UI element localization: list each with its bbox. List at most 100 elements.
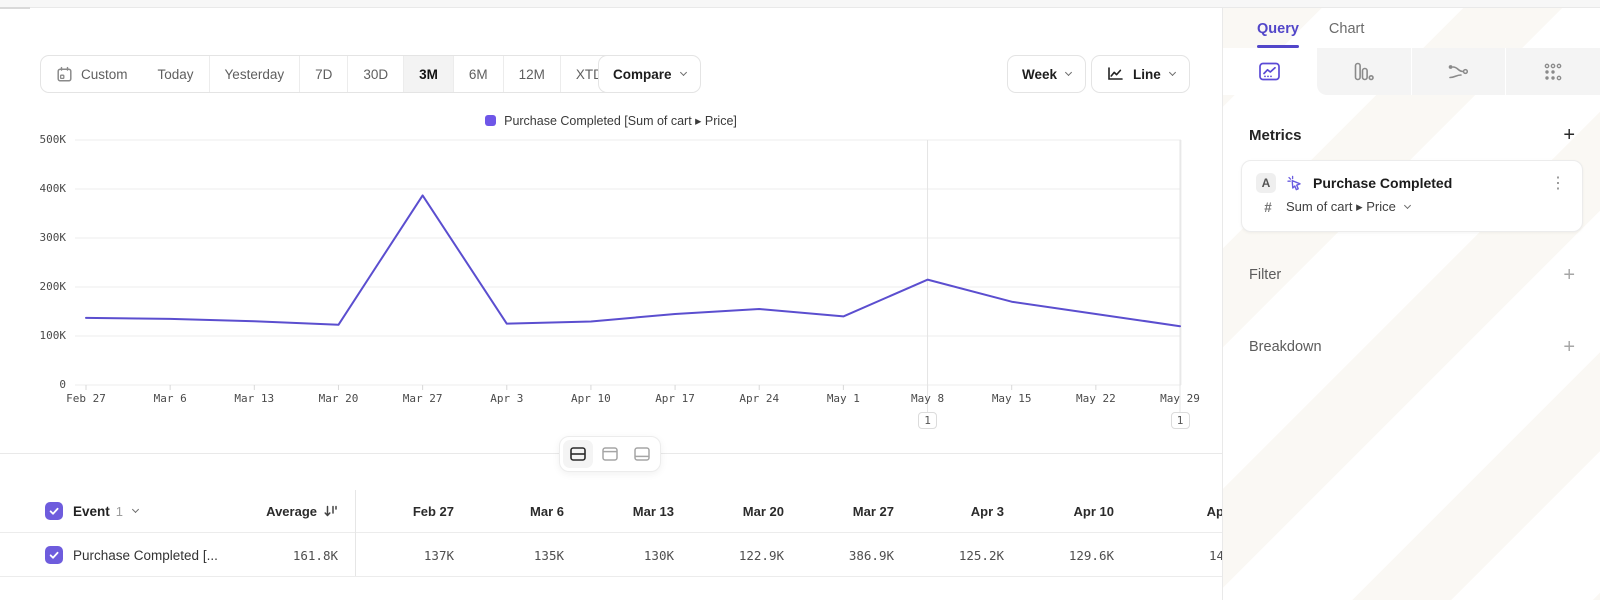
table-cell-value: 137K (356, 548, 466, 563)
report-type-retention[interactable] (1505, 48, 1600, 95)
check-icon (48, 549, 60, 561)
report-type-flows[interactable] (1411, 48, 1506, 95)
x-axis-tick-label: Mar 20 (296, 392, 380, 405)
x-axis-tick-label: Apr 24 (717, 392, 801, 405)
chevron-down-icon (1404, 201, 1411, 208)
check-icon (48, 505, 60, 517)
table-date-header: Apr 3 (906, 504, 1016, 519)
report-type-funnels[interactable] (1317, 48, 1411, 95)
event-header: Event (73, 504, 110, 519)
chevron-down-icon (1169, 68, 1176, 75)
table-cell-value: 122.9K (686, 548, 796, 563)
x-axis-tick-label: Feb 27 (44, 392, 128, 405)
table-date-header: Feb 27 (356, 504, 466, 519)
x-axis-tick-label: Mar 13 (212, 392, 296, 405)
date-range-custom[interactable]: Custom (41, 56, 143, 92)
row-checkbox[interactable] (45, 546, 63, 564)
report-type-switcher (1223, 48, 1600, 95)
table-cell-value: 386.9K (796, 548, 906, 563)
metric-aggregation-label: Sum of cart ▸ Price (1286, 199, 1396, 215)
date-range-today[interactable]: Today (143, 56, 209, 92)
table-cell-value: 125.2K (906, 548, 1016, 563)
report-type-insights[interactable] (1223, 48, 1317, 95)
report-panel: Custom TodayYesterday7D30D3M6M12M XTD Co… (0, 9, 1222, 600)
chart-type-button[interactable]: Line (1091, 55, 1190, 93)
row-average-value: 161.8K (293, 548, 338, 563)
x-axis-tick-label: May 29 (1138, 392, 1222, 405)
legend-label: Purchase Completed [Sum of cart ▸ Price] (504, 113, 737, 128)
y-axis-tick-label: 200K (20, 280, 66, 293)
split-view-icon (570, 447, 586, 461)
x-axis-tick-label: May 1 (801, 392, 885, 405)
bottom-panel-icon (634, 447, 650, 461)
metrics-section-header: Metrics + (1223, 120, 1600, 150)
retention-dots-icon (1543, 62, 1563, 82)
tab-query-label: Query (1257, 21, 1299, 37)
x-axis-tick-label: May 22 (1054, 392, 1138, 405)
row-event-name: Purchase Completed [... (73, 548, 218, 563)
metric-aggregation[interactable]: # Sum of cart ▸ Price (1242, 196, 1582, 215)
metric-event-name: Purchase Completed (1313, 175, 1538, 191)
x-axis-tick-label: Apr 10 (549, 392, 633, 405)
chevron-down-icon (1065, 68, 1072, 75)
metric-card[interactable]: A Purchase Completed ⋮ # Sum of cart ▸ P… (1241, 160, 1583, 232)
table-cell-value: 130K (576, 548, 686, 563)
table-date-headers: Feb 27Mar 6Mar 13Mar 20Mar 27Apr 3Apr 10… (338, 504, 1236, 519)
table-date-header: Mar 6 (466, 504, 576, 519)
date-range-12m[interactable]: 12M (503, 56, 560, 92)
date-range-6m[interactable]: 6M (453, 56, 503, 92)
event-count: 1 (116, 504, 123, 519)
chevron-down-icon[interactable] (132, 505, 139, 512)
breakdown-title: Breakdown (1249, 339, 1322, 355)
event-pointer-icon (1286, 175, 1303, 192)
y-axis-tick-label: 400K (20, 182, 66, 195)
line-chart: 0100K200K300K400K500KFeb 27Mar 6Mar 13Ma… (0, 130, 1222, 452)
query-sidebar: Query Chart (1222, 8, 1600, 600)
granularity-button[interactable]: Week (1007, 55, 1086, 93)
calendar-icon (56, 66, 73, 83)
table-row-values: 137K135K130K122.9K386.9K125.2K129.6K14 (338, 548, 1236, 563)
layout-split-button[interactable] (563, 440, 593, 468)
layout-chart-only-button[interactable] (595, 440, 625, 468)
x-axis-tick-label: May 15 (970, 392, 1054, 405)
filter-title: Filter (1249, 267, 1281, 283)
add-metric-button[interactable]: + (1563, 125, 1575, 145)
compare-label: Compare (613, 67, 672, 82)
layout-table-only-button[interactable] (627, 440, 657, 468)
add-breakdown-button[interactable]: + (1563, 337, 1575, 357)
metrics-title: Metrics (1249, 127, 1302, 144)
sort-descending-icon[interactable] (323, 504, 338, 519)
table-cell-value: 135K (466, 548, 576, 563)
date-range-picker: Custom TodayYesterday7D30D3M6M12M XTD (40, 55, 632, 93)
date-range-3m[interactable]: 3M (403, 56, 453, 92)
table-header-row: Event 1 Average Feb 27Mar 6Mar 13Mar 20M… (0, 490, 1222, 533)
average-header: Average (266, 504, 317, 519)
compare-button[interactable]: Compare (598, 55, 701, 93)
table-date-header: Ap (1126, 504, 1236, 519)
table-cell-value: 129.6K (1016, 548, 1126, 563)
x-axis-tick-label: Mar 27 (381, 392, 465, 405)
date-range-yesterday[interactable]: Yesterday (209, 56, 300, 92)
breakdown-section-header: Breakdown + (1223, 332, 1600, 362)
date-range-30d[interactable]: 30D (347, 56, 403, 92)
table-date-header: Mar 13 (576, 504, 686, 519)
add-filter-button[interactable]: + (1563, 265, 1575, 285)
table-row[interactable]: Purchase Completed [... 161.8K 137K135K1… (0, 534, 1222, 577)
y-axis-tick-label: 100K (20, 329, 66, 342)
y-axis-tick-label: 500K (20, 133, 66, 146)
layout-toggle (559, 436, 661, 472)
annotation-badge[interactable]: 1 (1171, 412, 1190, 429)
chevron-down-icon (679, 68, 686, 75)
legend-swatch (485, 115, 496, 126)
granularity-label: Week (1022, 67, 1057, 82)
x-axis-tick-label: Apr 3 (465, 392, 549, 405)
tab-query[interactable]: Query (1257, 21, 1299, 48)
date-range-7d[interactable]: 7D (299, 56, 347, 92)
chart-type-label: Line (1133, 67, 1161, 82)
y-axis-tick-label: 0 (20, 378, 66, 391)
metric-options-icon[interactable]: ⋮ (1548, 173, 1568, 193)
annotation-badge[interactable]: 1 (918, 412, 937, 429)
select-all-checkbox[interactable] (45, 502, 63, 520)
tab-chart[interactable]: Chart (1329, 21, 1364, 48)
sidebar-tabs: Query Chart (1223, 8, 1600, 48)
